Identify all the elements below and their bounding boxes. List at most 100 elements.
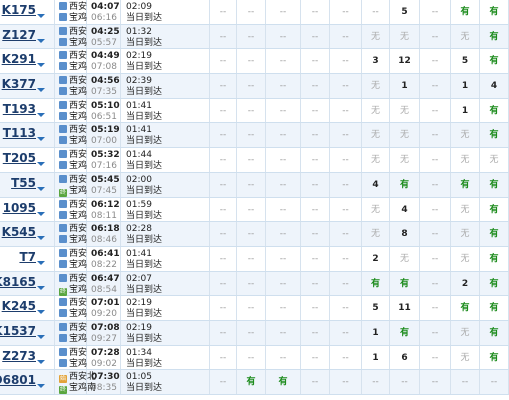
second-class-seat-availability[interactable]: 有 (266, 370, 301, 394)
train-row[interactable]: Z127 西安 宝鸡 04:25 05:57 01:32 当日到达 -- -- --… (0, 24, 509, 50)
from-station[interactable]: 西安 (59, 51, 87, 61)
no-seat-availability[interactable]: 有 (480, 320, 509, 345)
soft-seat-availability[interactable]: 6 (390, 345, 420, 370)
train-row[interactable]: K1537 西安 宝鸡 07:08 09:27 02:19 当日到达 -----… (0, 320, 509, 346)
from-station[interactable]: 西安 (59, 273, 87, 284)
train-number-link[interactable]: T7 (19, 250, 36, 264)
train-number-link[interactable]: K1537 (0, 324, 36, 338)
hard-sleeper-availability[interactable]: 有 (362, 271, 390, 296)
soft-seat-availability[interactable]: 8 (390, 222, 420, 246)
train-number-link[interactable]: Z127 (2, 28, 36, 42)
train-number-link[interactable]: K545 (2, 225, 36, 239)
hard-seat-availability[interactable]: 1 (451, 74, 480, 98)
chevron-down-icon[interactable] (37, 14, 45, 18)
chevron-down-icon[interactable] (37, 260, 45, 265)
hard-sleeper-availability[interactable]: 2 (362, 246, 390, 271)
train-row[interactable]: K245 西安 宝鸡 07:01 09:20 02:19 当日到达 -- -- --… (0, 296, 509, 321)
no-seat-availability[interactable]: 有 (480, 296, 509, 320)
train-row[interactable]: K291 西安 宝鸡 04:49 07:08 02:19 当日到达 -- -- --… (0, 49, 509, 75)
no-seat-availability[interactable]: 有 (480, 197, 509, 222)
train-number-link[interactable]: K8165 (0, 275, 36, 289)
train-number-link[interactable]: K291 (2, 52, 36, 66)
to-station[interactable]: 宝鸡 (59, 235, 87, 245)
chevron-down-icon[interactable] (37, 112, 45, 117)
train-row[interactable]: D6801 始西安北 终宝鸡南 07:30 08:35 01:05 当日到达 -… (0, 370, 509, 395)
soft-seat-availability[interactable]: 12 (390, 49, 420, 74)
to-station[interactable]: 宝鸡 (59, 62, 87, 72)
train-number-link[interactable]: K377 (2, 77, 36, 91)
chevron-down-icon[interactable] (37, 137, 45, 142)
train-number-link[interactable]: T205 (3, 151, 36, 165)
from-station[interactable]: 西安 (59, 248, 87, 259)
soft-seat-availability[interactable]: 4 (390, 197, 420, 222)
train-number-link[interactable]: T55 (11, 176, 36, 190)
to-station[interactable]: 宝鸡 (59, 87, 87, 97)
to-station[interactable]: 宝鸡 (59, 136, 87, 146)
no-seat-availability[interactable]: 有 (480, 246, 509, 271)
hard-seat-availability[interactable]: 1 (451, 98, 480, 123)
hard-seat-availability[interactable]: 有 (451, 296, 480, 320)
soft-seat-availability[interactable]: 有 (390, 271, 420, 296)
chevron-down-icon[interactable] (37, 384, 45, 389)
train-row[interactable]: T193 西安 宝鸡 05:10 06:51 01:41 当日到达 -- -- --… (0, 98, 509, 124)
no-seat-availability[interactable]: 有 (480, 0, 509, 24)
soft-seat-availability[interactable]: 1 (390, 74, 420, 98)
train-row[interactable]: K8165 西安 终宝鸡 06:47 08:54 02:07 当日到达 ----… (0, 271, 509, 297)
hard-seat-availability[interactable]: 有 (451, 0, 480, 24)
train-row[interactable]: T205 西安 宝鸡 05:32 07:16 01:44 当日到达 -- -- --… (0, 148, 509, 173)
chevron-down-icon[interactable] (37, 359, 45, 364)
to-station[interactable]: 终宝鸡 (59, 186, 87, 197)
train-row[interactable]: T7 西安 宝鸡 06:41 08:22 01:41 当日到达 -- -- -- --… (0, 246, 509, 272)
soft-seat-availability[interactable]: 有 (390, 320, 420, 345)
train-row[interactable]: 1095 西安 宝鸡 06:12 08:11 01:59 当日到达 -- -- --… (0, 197, 509, 223)
to-station[interactable]: 宝鸡 (59, 358, 87, 369)
train-row[interactable]: K545 西安 宝鸡 06:18 08:46 02:28 当日到达 -- -- --… (0, 222, 509, 247)
soft-seat-availability[interactable]: 11 (390, 296, 420, 320)
no-seat-availability[interactable]: 有 (480, 49, 509, 74)
hard-sleeper-availability[interactable]: 5 (362, 296, 390, 320)
train-number-link[interactable]: D6801 (0, 373, 36, 387)
chevron-down-icon[interactable] (37, 38, 45, 43)
from-station[interactable]: 西安 (59, 298, 87, 308)
to-station[interactable]: 宝鸡 (59, 210, 87, 221)
from-station[interactable]: 西安 (59, 100, 87, 111)
to-station[interactable]: 终宝鸡 (59, 285, 87, 296)
train-number-link[interactable]: K175 (2, 3, 36, 17)
chevron-down-icon[interactable] (37, 236, 45, 241)
train-number-link[interactable]: T113 (3, 126, 36, 140)
chevron-down-icon[interactable] (37, 186, 45, 191)
chevron-down-icon[interactable] (37, 162, 45, 167)
from-station[interactable]: 西安 (59, 347, 87, 358)
from-station[interactable]: 西安 (59, 76, 87, 86)
train-row[interactable]: Z273 西安 宝鸡 07:28 09:02 01:34 当日到达 -- -- --… (0, 345, 509, 371)
from-station[interactable]: 西安 (59, 199, 87, 210)
soft-seat-availability[interactable]: 5 (390, 0, 420, 24)
train-row[interactable]: T113 西安 宝鸡 05:19 07:00 01:41 当日到达 -- -- --… (0, 123, 509, 149)
no-seat-availability[interactable]: 4 (480, 74, 509, 98)
hard-sleeper-availability[interactable]: 1 (362, 345, 390, 370)
no-seat-availability[interactable]: 有 (480, 271, 509, 296)
to-station[interactable]: 宝鸡 (59, 161, 87, 171)
hard-seat-availability[interactable]: 有 (451, 172, 480, 197)
from-station[interactable]: 西安 (59, 322, 87, 333)
chevron-down-icon[interactable] (37, 63, 45, 68)
no-seat-availability[interactable]: 有 (480, 222, 509, 246)
to-station[interactable]: 宝鸡 (59, 259, 87, 270)
chevron-down-icon[interactable] (37, 88, 45, 93)
chevron-down-icon[interactable] (37, 334, 45, 339)
train-row[interactable]: T55 西安 终宝鸡 05:45 07:45 02:00 当日到达 -- -- --… (0, 172, 509, 198)
no-seat-availability[interactable]: 有 (480, 172, 509, 197)
to-station[interactable]: 宝鸡 (59, 13, 87, 23)
from-station[interactable]: 西安 (59, 224, 87, 234)
first-class-seat-availability[interactable]: 有 (237, 370, 266, 394)
chevron-down-icon[interactable] (37, 285, 45, 290)
hard-sleeper-availability[interactable]: 1 (362, 320, 390, 345)
to-station[interactable]: 宝鸡 (59, 309, 87, 319)
no-seat-availability[interactable]: 有 (480, 24, 509, 49)
chevron-down-icon[interactable] (37, 310, 45, 315)
train-number-link[interactable]: Z273 (2, 349, 36, 363)
hard-sleeper-availability[interactable]: 4 (362, 172, 390, 197)
from-station[interactable]: 西安 (59, 2, 87, 12)
to-station[interactable]: 宝鸡 (59, 333, 87, 344)
soft-seat-availability[interactable]: 有 (390, 172, 420, 197)
